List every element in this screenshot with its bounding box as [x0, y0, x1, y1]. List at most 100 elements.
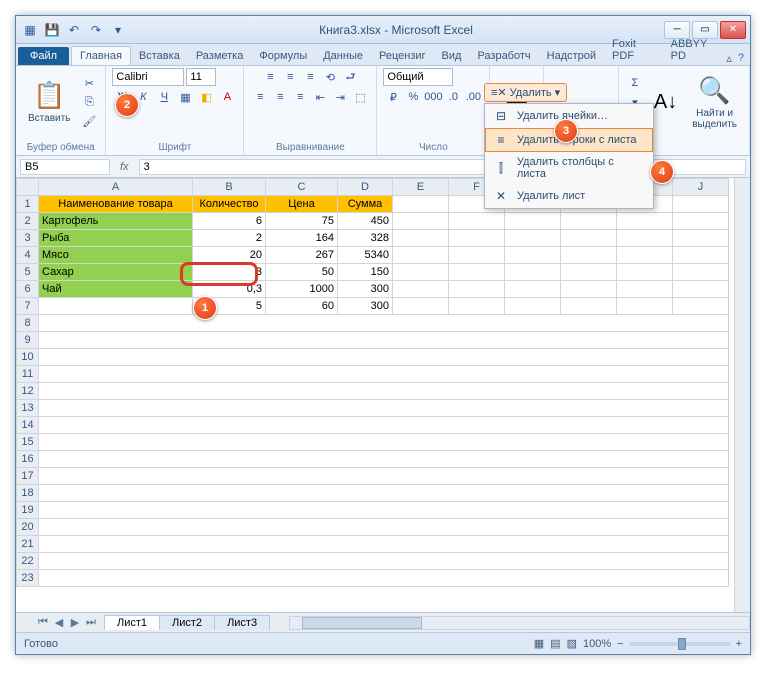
cell[interactable] [673, 281, 729, 298]
delete-button[interactable]: ≡✕ Удалить ▾ [484, 83, 567, 102]
paste-button[interactable]: 📋 Вставить [22, 76, 76, 128]
cell[interactable] [39, 315, 729, 332]
find-select-button[interactable]: 🔍 Найти и выделить [686, 71, 743, 134]
row-header[interactable]: 20 [17, 519, 39, 536]
cell[interactable] [393, 247, 449, 264]
cell[interactable] [617, 247, 673, 264]
scroll-thumb[interactable] [302, 617, 422, 629]
autosum-icon[interactable]: Σ [625, 74, 645, 92]
cell[interactable]: 6 [193, 213, 266, 230]
cell[interactable] [561, 264, 617, 281]
row-header[interactable]: 21 [17, 536, 39, 553]
cell[interactable] [673, 247, 729, 264]
cell[interactable] [39, 298, 193, 315]
cell[interactable]: 450 [338, 213, 393, 230]
cell[interactable] [39, 349, 729, 366]
row-header[interactable]: 4 [17, 247, 39, 264]
zoom-in-icon[interactable]: + [736, 638, 742, 650]
excel-icon[interactable]: ▦ [20, 20, 40, 40]
redo-icon[interactable]: ↷ [86, 20, 106, 40]
zoom-slider[interactable] [630, 642, 730, 646]
cell[interactable] [561, 281, 617, 298]
decrease-decimal-icon[interactable]: .00 [463, 88, 483, 106]
col-header[interactable]: J [673, 179, 729, 196]
cell[interactable] [39, 553, 729, 570]
cell[interactable] [505, 230, 561, 247]
cell[interactable] [393, 281, 449, 298]
select-all-corner[interactable] [17, 179, 39, 196]
row-header[interactable]: 14 [17, 417, 39, 434]
tab-addins[interactable]: Надстрой [539, 47, 604, 65]
delete-sheet-columns-item[interactable]: ⫿ Удалить столбцы с листа [485, 152, 653, 184]
cell[interactable] [39, 451, 729, 468]
cell[interactable] [39, 434, 729, 451]
zoom-thumb[interactable] [678, 638, 686, 650]
cell[interactable] [673, 230, 729, 247]
cell[interactable]: 0,3 [193, 281, 266, 298]
cell[interactable] [561, 213, 617, 230]
cell[interactable]: Наименование товара [39, 196, 193, 213]
col-header[interactable]: A [39, 179, 193, 196]
row-header[interactable]: 8 [17, 315, 39, 332]
cell[interactable] [561, 298, 617, 315]
row-header[interactable]: 17 [17, 468, 39, 485]
file-tab[interactable]: Файл [18, 47, 69, 65]
cell[interactable] [617, 264, 673, 281]
qat-more-icon[interactable]: ▾ [108, 20, 128, 40]
cell[interactable] [673, 264, 729, 281]
cell[interactable]: 164 [266, 230, 338, 247]
cell[interactable]: Картофель [39, 213, 193, 230]
cell[interactable]: Сумма [338, 196, 393, 213]
sheet-tab[interactable]: Лист1 [104, 615, 160, 630]
font-color-icon[interactable]: A [217, 88, 237, 106]
row-header[interactable]: 2 [17, 213, 39, 230]
cell[interactable]: Чай [39, 281, 193, 298]
cell[interactable]: 2 [193, 230, 266, 247]
cell[interactable] [393, 264, 449, 281]
row-header[interactable]: 18 [17, 485, 39, 502]
cell[interactable] [505, 264, 561, 281]
row-header[interactable]: 3 [17, 230, 39, 247]
percent-icon[interactable]: % [403, 88, 423, 106]
zoom-level[interactable]: 100% [583, 638, 611, 650]
vertical-scrollbar[interactable] [734, 178, 750, 612]
align-center-icon[interactable]: ≡ [270, 88, 290, 106]
comma-icon[interactable]: 000 [423, 88, 443, 106]
fx-icon[interactable]: fx [114, 161, 135, 173]
sheet-tab[interactable]: Лист3 [214, 615, 270, 630]
cell[interactable]: 300 [338, 298, 393, 315]
cell[interactable]: Мясо [39, 247, 193, 264]
align-right-icon[interactable]: ≡ [290, 88, 310, 106]
horizontal-scrollbar[interactable] [289, 616, 750, 630]
cell[interactable] [39, 570, 729, 587]
tab-view[interactable]: Вид [434, 47, 470, 65]
cell[interactable] [39, 519, 729, 536]
increase-decimal-icon[interactable]: .0 [443, 88, 463, 106]
tab-layout[interactable]: Разметка [188, 47, 252, 65]
row-header[interactable]: 7 [17, 298, 39, 315]
cell[interactable]: Количество [193, 196, 266, 213]
view-break-icon[interactable]: ▧ [567, 637, 577, 650]
indent-decrease-icon[interactable]: ⇤ [310, 88, 330, 106]
undo-icon[interactable]: ↶ [64, 20, 84, 40]
format-painter-icon[interactable]: 🖌 [79, 112, 99, 130]
tab-home[interactable]: Главная [71, 46, 131, 65]
row-header[interactable]: 11 [17, 366, 39, 383]
cell[interactable]: 328 [338, 230, 393, 247]
zoom-out-icon[interactable]: − [617, 638, 623, 650]
cell[interactable] [393, 213, 449, 230]
cell[interactable] [505, 281, 561, 298]
cell[interactable]: 75 [266, 213, 338, 230]
cell[interactable] [39, 502, 729, 519]
first-sheet-icon[interactable]: ⏮ [36, 616, 50, 629]
cell[interactable]: 300 [338, 281, 393, 298]
save-icon[interactable]: 💾 [42, 20, 62, 40]
name-box[interactable]: B5 [20, 159, 110, 175]
tab-data[interactable]: Данные [315, 47, 371, 65]
number-format-combo[interactable]: Общий [383, 68, 453, 86]
cell[interactable] [39, 536, 729, 553]
cell[interactable] [505, 247, 561, 264]
cell[interactable] [505, 298, 561, 315]
cell[interactable] [673, 213, 729, 230]
orientation-icon[interactable]: ⟲ [320, 68, 340, 86]
